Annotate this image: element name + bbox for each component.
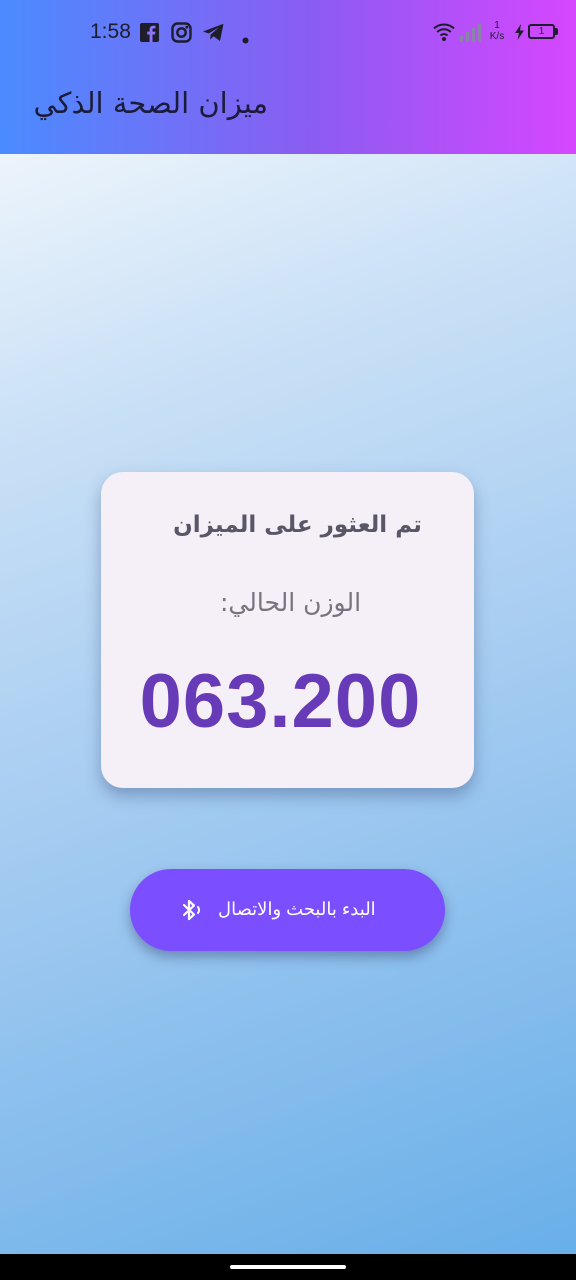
notification-dot-icon (242, 29, 249, 48)
scale-card: تم العثور على الميزان الوزن الحالي: 063.… (101, 472, 474, 788)
bluetooth-searching-icon (180, 898, 204, 922)
network-speed: 1 K/s (486, 20, 508, 42)
app-screen: 1:58 1 K/s 1 ميزان الصحة الذكي تم العثور… (0, 0, 576, 1280)
app-title: ميزان الصحة الذكي (33, 86, 268, 120)
telegram-icon (202, 23, 225, 46)
battery-icon: 1 (528, 24, 555, 39)
status-bar: 1:58 1 K/s 1 (0, 0, 576, 66)
instagram-icon (171, 22, 192, 47)
network-speed-value: 1 (494, 20, 500, 31)
scale-status-text: تم العثور على الميزان (173, 512, 422, 538)
battery-level: 1 (538, 26, 545, 37)
facebook-icon (140, 23, 159, 46)
battery-tip (555, 28, 558, 35)
search-connect-button-label: البدء بالبحث والاتصال (218, 899, 376, 919)
navigation-bar (0, 1254, 576, 1280)
network-speed-unit: K/s (489, 31, 505, 42)
app-bar: 1:58 1 K/s 1 ميزان الصحة الذكي (0, 0, 576, 154)
search-connect-button[interactable]: البدء بالبحث والاتصال (130, 869, 445, 951)
status-time: 1:58 (90, 20, 131, 43)
signal-icon (460, 24, 482, 46)
charging-icon (514, 24, 525, 44)
current-weight-label: الوزن الحالي: (219, 588, 362, 617)
home-gesture-handle[interactable] (230, 1265, 346, 1269)
wifi-icon (433, 22, 455, 46)
current-weight-value: 063.200 (139, 659, 422, 744)
